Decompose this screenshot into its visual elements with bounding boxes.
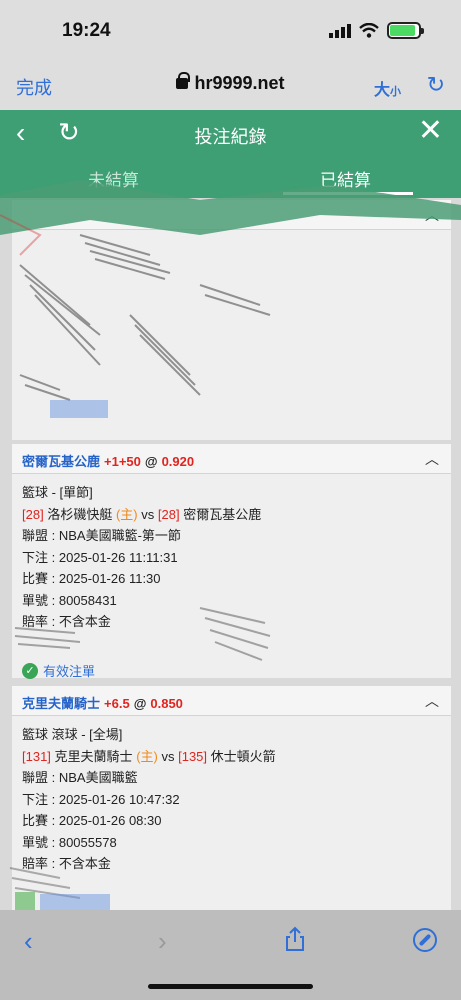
home-team: 洛杉磯快艇 bbox=[47, 506, 113, 522]
bet-card: 克里夫蘭騎士 +6.5 @0.850 ︿ 籃球 滾球 - [全場] [131] 克里… bbox=[12, 686, 451, 910]
home-indicator bbox=[148, 984, 313, 989]
tab-settled[interactable]: 已結算 bbox=[320, 166, 371, 191]
lock-icon bbox=[176, 72, 191, 89]
bet-details: 籃球 滾球 - [全場] [131] 克里夫蘭騎士 (主) vs [135] 休… bbox=[12, 716, 451, 875]
sport-type: 籃球 - [單節] bbox=[22, 485, 93, 500]
signal-icon bbox=[329, 23, 351, 38]
bet-time: 下注 : 2025-01-26 11:11:31 bbox=[22, 549, 178, 565]
collapse-icon[interactable]: ︿ bbox=[425, 449, 439, 469]
valid-status: ✓ 有效注單 bbox=[22, 661, 441, 683]
odds-type: 賠率 : 不含本金 bbox=[22, 614, 111, 629]
status-label: 有效注單 bbox=[43, 663, 96, 679]
odds-type: 賠率 : 不含本金 bbox=[22, 856, 111, 871]
at-sign: @ bbox=[133, 696, 147, 711]
league: 聯盟 : NBA美國職籃-第一節 bbox=[22, 528, 181, 543]
wifi-icon bbox=[359, 23, 379, 38]
bet-team: 密爾瓦基公鹿 bbox=[22, 454, 101, 469]
ticket-number: 單號 : 80058431 bbox=[22, 592, 117, 608]
match-time: 比賽 : 2025-01-26 11:30 bbox=[22, 571, 161, 586]
share-icon[interactable] bbox=[284, 926, 306, 952]
back-icon[interactable]: ‹ bbox=[24, 926, 33, 957]
bet-card-header[interactable]: 克里夫蘭騎士 +6.5 @0.850 ︿ bbox=[12, 686, 451, 716]
close-icon[interactable]: ✕ bbox=[418, 116, 443, 146]
bet-odds: 0.920 bbox=[161, 454, 195, 469]
tab-unsettled[interactable]: 未結算 bbox=[88, 166, 139, 191]
url-text: hr9999.net bbox=[194, 73, 285, 93]
text-size-large: 大 bbox=[373, 82, 390, 99]
away-number: [28] bbox=[157, 506, 180, 522]
bet-card-obscured: ︿ bbox=[12, 200, 451, 440]
status-time: 19:24 bbox=[62, 20, 111, 41]
app-header: ‹ ↻ 投注紀錄 ✕ bbox=[0, 110, 461, 158]
at-sign: @ bbox=[144, 454, 158, 469]
home-tag: (主) bbox=[136, 748, 158, 764]
away-team: 密爾瓦基公鹿 bbox=[183, 506, 262, 522]
home-team: 克里夫蘭騎士 bbox=[54, 748, 133, 764]
bet-selection: 密爾瓦基公鹿 +1+50 @0.920 bbox=[22, 451, 194, 470]
bet-card: 密爾瓦基公鹿 +1+50 @0.920 ︿ 籃球 - [單節] [28] 洛杉磯快艇… bbox=[12, 444, 451, 680]
bet-team: 克里夫蘭騎士 bbox=[22, 696, 101, 711]
bet-handicap: +6.5 bbox=[104, 696, 130, 711]
vs-label: vs bbox=[161, 748, 175, 764]
match-time: 比賽 : 2025-01-26 08:30 bbox=[22, 813, 162, 828]
bet-card-header: ︿ bbox=[12, 200, 451, 230]
bet-card-header[interactable]: 密爾瓦基公鹿 +1+50 @0.920 ︿ bbox=[12, 444, 451, 474]
sport-type: 籃球 滾球 - [全場] bbox=[22, 727, 123, 742]
bet-handicap: +1+50 bbox=[104, 454, 141, 469]
check-icon: ✓ bbox=[22, 663, 38, 680]
bet-odds: 0.850 bbox=[150, 696, 183, 711]
matchup: [131] 克里夫蘭騎士 (主) vs [135] 休士頓火箭 bbox=[22, 746, 441, 768]
away-number: [135] bbox=[178, 748, 208, 764]
forward-icon: › bbox=[158, 926, 167, 956]
league: 聯盟 : NBA美國職籃 bbox=[22, 770, 138, 785]
status-bar: 19:24 bbox=[0, 0, 461, 62]
home-number: [28] bbox=[22, 506, 44, 522]
status-icons bbox=[329, 22, 424, 39]
collapse-icon[interactable]: ︿ bbox=[425, 205, 439, 225]
compass-icon[interactable] bbox=[413, 928, 437, 952]
home-number: [131] bbox=[22, 748, 51, 764]
vs-label: vs bbox=[141, 506, 155, 522]
text-size-small: 小 bbox=[390, 86, 401, 98]
battery-icon bbox=[387, 22, 424, 39]
collapse-icon[interactable]: ︿ bbox=[425, 691, 439, 711]
reload-icon[interactable]: ↻ bbox=[427, 72, 445, 98]
home-tag: (主) bbox=[115, 506, 138, 522]
page-title: 投注紀錄 bbox=[194, 127, 267, 147]
ticket-number: 單號 : 80055578 bbox=[22, 834, 117, 850]
redacted-row bbox=[22, 633, 441, 655]
matchup: [28] 洛杉磯快艇 (主) vs [28] 密爾瓦基公鹿 bbox=[22, 504, 441, 526]
browser-bar: 完成 hr9999.net 大小 ↻ bbox=[0, 62, 461, 110]
bet-selection: 克里夫蘭騎士 +6.5 @0.850 bbox=[22, 693, 183, 712]
text-size-button[interactable]: 大小 bbox=[374, 76, 401, 100]
bet-details: 籃球 - [單節] [28] 洛杉磯快艇 (主) vs [28] 密爾瓦基公鹿 … bbox=[12, 474, 451, 682]
bet-time: 下注 : 2025-01-26 10:47:32 bbox=[22, 791, 180, 807]
away-team: 休士頓火箭 bbox=[210, 748, 276, 764]
tab-bar: 未結算 已結算 bbox=[0, 158, 461, 198]
tab-active-indicator bbox=[283, 192, 413, 195]
